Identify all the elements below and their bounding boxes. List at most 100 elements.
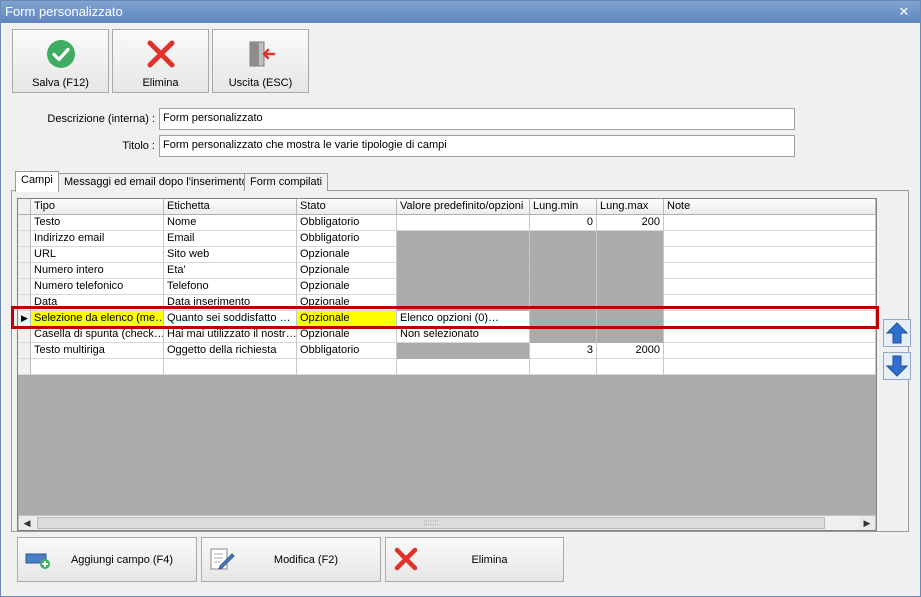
table-row[interactable]: Data Data inserimento Opzionale <box>18 295 876 311</box>
scroll-thumb[interactable]: ::::::: <box>37 517 825 529</box>
cell-lung-max[interactable] <box>597 295 664 311</box>
cell-valore[interactable] <box>397 215 530 231</box>
header-lung-max[interactable]: Lung.max <box>597 199 664 215</box>
tab-form-compilati[interactable]: Form compilati <box>244 173 329 191</box>
cell-etichetta[interactable]: Quanto sei soddisfatto … <box>164 311 297 327</box>
cell-valore[interactable]: Elenco opzioni (0)… <box>397 311 530 327</box>
header-tipo[interactable]: Tipo <box>31 199 164 215</box>
cell-note[interactable] <box>664 295 876 311</box>
cell-note[interactable] <box>664 343 876 359</box>
row-indicator[interactable] <box>18 231 31 247</box>
delete-button[interactable]: Elimina <box>112 29 209 93</box>
exit-button[interactable]: Uscita (ESC) <box>212 29 309 93</box>
table-row[interactable]: URL Sito web Opzionale <box>18 247 876 263</box>
cell-lung-max[interactable] <box>597 279 664 295</box>
cell-lung-max[interactable] <box>597 327 664 343</box>
cell-stato[interactable] <box>297 359 397 375</box>
cell-lung-max[interactable]: 200 <box>597 215 664 231</box>
row-indicator[interactable] <box>18 343 31 359</box>
header-valore[interactable]: Valore predefinito/opzioni <box>397 199 530 215</box>
scroll-right-icon[interactable]: ▶ <box>859 516 875 530</box>
cell-lung-min[interactable] <box>530 295 597 311</box>
cell-lung-min[interactable] <box>530 359 597 375</box>
cell-etichetta[interactable]: Oggetto della richiesta <box>164 343 297 359</box>
row-indicator[interactable] <box>18 279 31 295</box>
cell-etichetta[interactable]: Hai mai utilizzato il nostr… <box>164 327 297 343</box>
cell-tipo[interactable]: Indirizzo email <box>31 231 164 247</box>
cell-lung-max[interactable] <box>597 231 664 247</box>
cell-lung-min[interactable] <box>530 311 597 327</box>
cell-valore[interactable] <box>397 343 530 359</box>
fields-grid[interactable]: Tipo Etichetta Stato Valore predefinito/… <box>17 198 877 531</box>
cell-stato[interactable]: Obbligatorio <box>297 231 397 247</box>
tab-messaggi[interactable]: Messaggi ed email dopo l'inserimento <box>58 173 254 191</box>
table-row[interactable]: Testo Nome Obbligatorio 0 200 <box>18 215 876 231</box>
cell-note[interactable] <box>664 279 876 295</box>
cell-note[interactable] <box>664 327 876 343</box>
cell-lung-min[interactable]: 3 <box>530 343 597 359</box>
table-row[interactable]: Testo multiriga Oggetto della richiesta Ob… <box>18 343 876 359</box>
cell-tipo[interactable]: Data <box>31 295 164 311</box>
cell-valore[interactable] <box>397 231 530 247</box>
cell-lung-max[interactable] <box>597 311 664 327</box>
cell-tipo[interactable]: Numero telefonico <box>31 279 164 295</box>
cell-stato[interactable]: Opzionale <box>297 247 397 263</box>
cell-valore[interactable] <box>397 295 530 311</box>
cell-lung-max[interactable] <box>597 359 664 375</box>
header-etichetta[interactable]: Etichetta <box>164 199 297 215</box>
cell-note[interactable] <box>664 215 876 231</box>
cell-etichetta[interactable]: Data inserimento <box>164 295 297 311</box>
move-down-button[interactable] <box>883 352 911 380</box>
cell-tipo[interactable]: Testo multiriga <box>31 343 164 359</box>
cell-lung-max[interactable] <box>597 247 664 263</box>
cell-stato[interactable]: Opzionale <box>297 327 397 343</box>
scroll-left-icon[interactable]: ◀ <box>19 516 35 530</box>
cell-lung-min[interactable] <box>530 263 597 279</box>
cell-tipo[interactable]: Selezione da elenco (me… <box>31 311 164 327</box>
cell-lung-min[interactable] <box>530 231 597 247</box>
cell-stato[interactable]: Opzionale <box>297 279 397 295</box>
descrizione-input[interactable]: Form personalizzato <box>159 108 795 130</box>
row-indicator[interactable] <box>18 215 31 231</box>
cell-tipo[interactable] <box>31 359 164 375</box>
cell-stato[interactable]: Opzionale <box>297 311 397 327</box>
cell-etichetta[interactable]: Email <box>164 231 297 247</box>
cell-note[interactable] <box>664 247 876 263</box>
cell-tipo[interactable]: Casella di spunta (check… <box>31 327 164 343</box>
row-indicator[interactable] <box>18 263 31 279</box>
table-row-new[interactable] <box>18 359 876 375</box>
cell-lung-min[interactable] <box>530 327 597 343</box>
cell-note[interactable] <box>664 231 876 247</box>
cell-etichetta[interactable] <box>164 359 297 375</box>
row-indicator[interactable] <box>18 359 31 375</box>
cell-note[interactable] <box>664 263 876 279</box>
cell-tipo[interactable]: Testo <box>31 215 164 231</box>
add-field-button[interactable]: Aggiungi campo (F4) <box>17 537 197 582</box>
header-stato[interactable]: Stato <box>297 199 397 215</box>
table-row[interactable]: Numero intero Eta' Opzionale <box>18 263 876 279</box>
table-row[interactable]: ▶ Selezione da elenco (me… Quanto sei sodd… <box>18 311 876 327</box>
titolo-input[interactable]: Form personalizzato che mostra le varie … <box>159 135 795 157</box>
cell-lung-min[interactable]: 0 <box>530 215 597 231</box>
cell-tipo[interactable]: Numero intero <box>31 263 164 279</box>
table-row[interactable]: Numero telefonico Telefono Opzionale <box>18 279 876 295</box>
cell-valore[interactable] <box>397 279 530 295</box>
cell-tipo[interactable]: URL <box>31 247 164 263</box>
row-indicator[interactable] <box>18 295 31 311</box>
cell-stato[interactable]: Opzionale <box>297 263 397 279</box>
close-icon[interactable]: ✕ <box>896 4 912 20</box>
cell-valore[interactable]: Non selezionato <box>397 327 530 343</box>
cell-etichetta[interactable]: Eta' <box>164 263 297 279</box>
cell-lung-min[interactable] <box>530 279 597 295</box>
cell-stato[interactable]: Opzionale <box>297 295 397 311</box>
cell-etichetta[interactable]: Nome <box>164 215 297 231</box>
cell-valore[interactable] <box>397 247 530 263</box>
table-row[interactable]: Indirizzo email Email Obbligatorio <box>18 231 876 247</box>
row-indicator[interactable] <box>18 327 31 343</box>
cell-note[interactable] <box>664 359 876 375</box>
cell-stato[interactable]: Obbligatorio <box>297 343 397 359</box>
row-indicator[interactable]: ▶ <box>18 311 31 327</box>
header-lung-min[interactable]: Lung.min <box>530 199 597 215</box>
cell-lung-min[interactable] <box>530 247 597 263</box>
tab-campi[interactable]: Campi <box>15 171 59 192</box>
